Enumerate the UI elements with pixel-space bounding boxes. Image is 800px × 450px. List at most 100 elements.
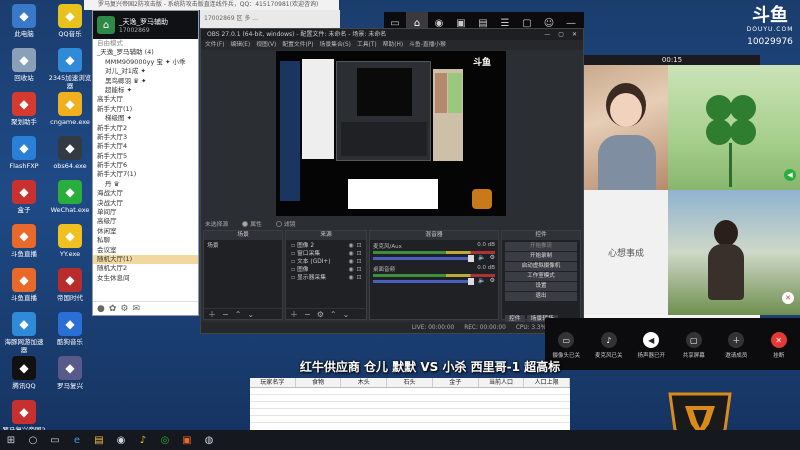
remove-icon[interactable]: − (222, 310, 229, 319)
filters-radio[interactable]: 滤镜 (275, 219, 295, 228)
music-icon[interactable]: ♪ (132, 430, 154, 450)
room-item[interactable]: 海战大厅 (93, 189, 198, 198)
room-item[interactable]: 新手大厅3 (93, 133, 198, 142)
browser-tab-strip[interactable]: 罗马复兴帝国2防攻击版 - 系统防攻击版直连线作兵，QQ：415170981(欢… (84, 0, 339, 10)
speaker-icon[interactable]: 🔈 (478, 254, 485, 261)
room-item[interactable]: 会议室 (93, 246, 198, 255)
source-item[interactable]: ▫ 图像 ◉ ⊡ (289, 266, 363, 274)
call-button[interactable]: ✕ 挂断 (759, 332, 799, 359)
browser-address-strip[interactable]: 17002869 区 多 ... (200, 10, 340, 28)
eye-icon[interactable]: ◉ (347, 242, 355, 250)
desktop-shortcut[interactable]: ◆ 聚划助手 (2, 92, 46, 126)
room-item[interactable]: 随机大厅2 (93, 264, 198, 273)
control-button[interactable]: 工作室模式 (505, 272, 577, 281)
volume-slider[interactable] (373, 278, 475, 285)
source-item[interactable]: ▫ 窗口采集 ◉ ⊡ (289, 250, 363, 258)
menu-item[interactable]: 场景集合(S) (320, 40, 351, 50)
participant-text-tile[interactable]: 心想事成 (584, 190, 668, 315)
close-icon[interactable]: ✕ (572, 29, 577, 40)
desktop-shortcut[interactable]: ◆ 2345加速浏览器 (48, 48, 92, 90)
source-item[interactable]: ▫ 图像 2 ◉ ⊡ (289, 242, 363, 250)
room-item[interactable]: 新手大厅2 (93, 124, 198, 133)
menu-item[interactable]: 工具(T) (357, 40, 377, 50)
search-icon[interactable]: ○ (22, 430, 44, 450)
add-icon[interactable]: ＋ (290, 309, 298, 320)
control-button[interactable]: 设置 (505, 282, 577, 291)
room-item[interactable]: 自由模式 (93, 39, 198, 48)
desktop-shortcut[interactable]: ◆ 罗马复兴 (48, 356, 92, 390)
column-header[interactable]: 人口上限 (524, 378, 571, 387)
participant-video-landscape[interactable]: ✕ (668, 190, 800, 315)
desktop-shortcut[interactable]: ◆ 帝国时代 (48, 268, 92, 302)
participant-video-clover[interactable]: ◀ (668, 65, 800, 190)
gear-icon[interactable]: ⚙ (490, 277, 495, 284)
call-button[interactable]: ◀ 扬声器已开 (631, 332, 671, 359)
settings-icon[interactable]: ⚙ (120, 304, 128, 314)
speaker-icon[interactable]: 🔈 (478, 277, 485, 284)
room-item[interactable]: 决战大厅 (93, 199, 198, 208)
desktop-shortcut[interactable]: ◆ YY.exe (48, 224, 92, 258)
column-header[interactable]: 食物 (296, 378, 342, 387)
call-button[interactable]: ＋ 邀请成员 (716, 332, 756, 359)
lock-icon[interactable]: ⊡ (355, 250, 363, 258)
desktop-shortcut[interactable]: ◆ 此电脑 (2, 4, 46, 38)
menu-item[interactable]: 配置文件(P) (282, 40, 313, 50)
call-button[interactable]: ♪ 麦克风已关 (589, 332, 629, 359)
desktop-shortcut[interactable]: ◆ 酷狗音乐 (48, 312, 92, 346)
menu-item[interactable]: 视图(V) (256, 40, 276, 50)
desktop-shortcut[interactable]: ◆ 腾讯QQ (2, 356, 46, 390)
room-item[interactable]: 休闲室 (93, 227, 198, 236)
column-header[interactable]: 玩家名字 (250, 378, 296, 387)
room-item[interactable]: 新手大厅7(1) (93, 170, 198, 179)
desktop-shortcut[interactable]: ◆ 回收站 (2, 48, 46, 82)
gift-icon[interactable]: ✿ (109, 304, 117, 314)
move-down-icon[interactable]: ⌄ (247, 310, 254, 319)
menu-item[interactable]: 编辑(E) (230, 40, 250, 50)
move-up-icon[interactable]: ⌃ (235, 310, 242, 319)
call-button[interactable]: ▢ 共享屏幕 (674, 332, 714, 359)
gear-icon[interactable]: ⚙ (317, 310, 324, 319)
desktop-shortcut[interactable]: ◆ obs64.exe (48, 136, 92, 170)
member-item[interactable]: 梯级图 ✦ (93, 114, 198, 123)
column-header[interactable]: 木头 (341, 378, 388, 387)
add-icon[interactable]: ＋ (208, 309, 216, 320)
menu-item[interactable]: 斗鱼-直播小猴 (409, 40, 446, 50)
volume-slider[interactable] (373, 255, 475, 262)
desktop-shortcut[interactable]: ◆ 海豚网游加速器 (2, 312, 46, 354)
task-view-icon[interactable]: ▭ (44, 430, 66, 450)
scene-item[interactable]: 场景 (207, 242, 279, 250)
call-button[interactable]: ▭ 摄像头已关 (546, 332, 586, 359)
member-item[interactable]: 丹 ♛ (93, 180, 198, 189)
room-item[interactable]: 高手大厅 (93, 95, 198, 104)
control-button[interactable]: 启动虚拟摄像机 (505, 262, 577, 271)
obs-taskbar-icon[interactable]: ◍ (198, 430, 220, 450)
douyu-taskbar-icon[interactable]: ▣ (176, 430, 198, 450)
room-item[interactable]: 新手大厅(1) (93, 105, 198, 114)
obs-preview[interactable]: 斗鱼 (276, 51, 506, 216)
room-item[interactable]: 新手大厅4 (93, 142, 198, 151)
column-header[interactable]: 当前人口 (479, 378, 525, 387)
desktop-shortcut[interactable]: ◆ 斗鱼直播 (2, 268, 46, 302)
wechat-taskbar-icon[interactable]: ◎ (154, 430, 176, 450)
desktop-shortcut[interactable]: ◆ WeChat.exe (48, 180, 92, 214)
explorer-icon[interactable]: ▤ (88, 430, 110, 450)
maximize-icon[interactable]: ▢ (558, 29, 564, 40)
control-button[interactable]: 开始录制 (505, 252, 577, 261)
source-item[interactable]: ▫ 显示器采集 ◉ ⊡ (289, 274, 363, 282)
message-icon[interactable]: ✉ (132, 304, 140, 314)
move-up-icon[interactable]: ⌃ (330, 310, 337, 319)
column-header[interactable]: 金子 (433, 378, 479, 387)
room-item[interactable]: 随机大厅(1) (93, 254, 198, 265)
room-item[interactable]: 私聊 (93, 236, 198, 245)
member-item[interactable]: 超能标 ✦ (93, 86, 198, 95)
desktop-shortcut[interactable]: ◆ FlashFXP (2, 136, 46, 170)
room-item[interactable]: 新手大厅6 (93, 161, 198, 170)
menu-item[interactable]: 文件(F) (205, 40, 224, 50)
lock-icon[interactable]: ⊡ (355, 242, 363, 250)
desktop-shortcut[interactable]: ◆ 斗鱼直播 (2, 224, 46, 258)
control-button[interactable]: 退出 (505, 292, 577, 301)
eye-icon[interactable]: ◉ (347, 258, 355, 266)
room-item[interactable]: 新手大厅5 (93, 152, 198, 161)
home-icon[interactable]: ⌂ (97, 16, 115, 34)
room-item[interactable]: _天逸_罗马辅助 (4) (93, 48, 198, 57)
